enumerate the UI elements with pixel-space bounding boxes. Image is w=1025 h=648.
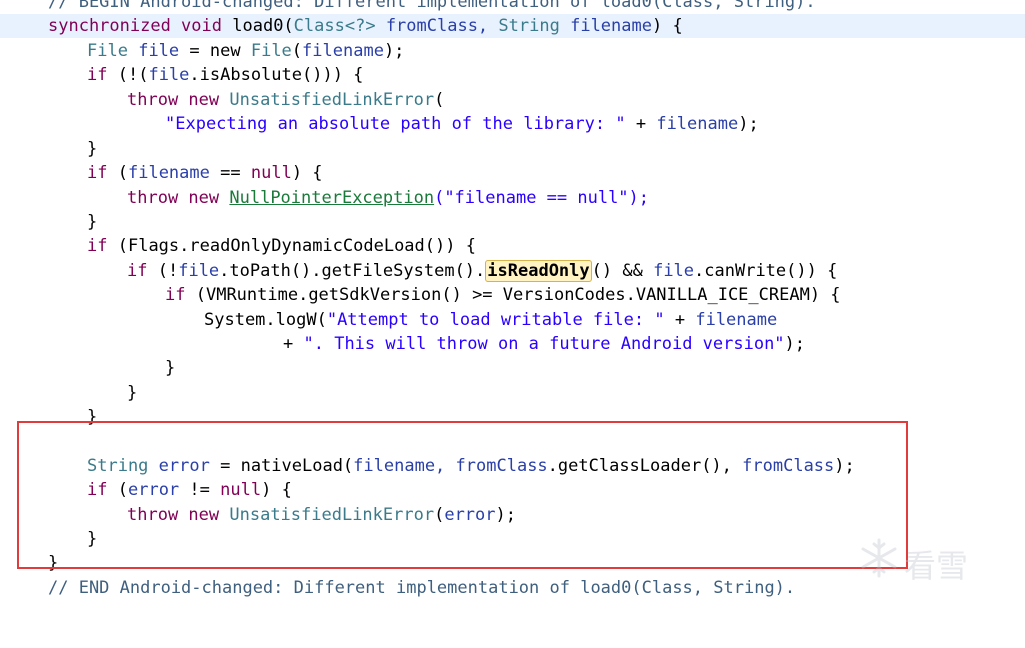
code-line[interactable]: } <box>0 137 1025 161</box>
code-line[interactable]: // BEGIN Android-changed: Different impl… <box>0 0 1025 14</box>
code-line[interactable]: throw new UnsatisfiedLinkError( <box>0 88 1025 112</box>
param-name: fromClass, <box>385 16 489 36</box>
method-call: .isAbsolute())) { <box>189 65 364 85</box>
punct: (! <box>157 261 179 281</box>
string-literal: "Expecting an absolute path of the libra… <box>165 114 626 134</box>
punct: ); <box>784 334 806 354</box>
code-line[interactable]: if (filename == null) { <box>0 161 1025 185</box>
variable: filename <box>695 310 778 330</box>
snowflake-icon <box>861 538 897 578</box>
keyword: if <box>87 65 108 85</box>
code-line[interactable]: "Expecting an absolute path of the libra… <box>0 112 1025 136</box>
statement: if (Flags.readOnlyDynamicCodeLoad()) { <box>87 234 476 258</box>
statement: if (VMRuntime.getSdkVersion() >= Version… <box>165 283 841 307</box>
punct: ( <box>291 41 303 61</box>
statement: System.logW("Attempt to load writable fi… <box>204 308 777 332</box>
param-name: filename <box>570 16 652 36</box>
punct: ) { <box>651 16 683 36</box>
variable: file <box>138 41 180 61</box>
code-line[interactable]: if (!file.toPath().getFileSystem(). isRea… <box>0 259 1025 283</box>
keyword: synchronized void <box>48 16 222 36</box>
statement: + ". This will throw on a future Android… <box>283 332 805 356</box>
code-line[interactable]: if (!(file.isAbsolute())) { <box>0 63 1025 87</box>
string-literal: "Attempt to load writable file: " <box>326 310 665 330</box>
punct: ( <box>117 163 128 183</box>
punct: ); <box>383 41 405 61</box>
keyword: if <box>87 236 108 256</box>
statement: throw new NullPointerException("filename… <box>127 186 649 210</box>
code-line[interactable]: } <box>0 356 1025 380</box>
keyword: null <box>250 163 292 183</box>
expression: (Flags.readOnlyDynamicCodeLoad()) { <box>117 236 476 256</box>
type-name: String <box>498 16 560 36</box>
method-call: .toPath().getFileSystem(). <box>219 261 486 281</box>
method-signature: synchronized void load0(Class<?> fromCla… <box>48 14 683 38</box>
type-link[interactable]: NullPointerException <box>229 188 434 208</box>
variable: filename <box>127 163 210 183</box>
keyword: if <box>165 285 186 305</box>
code-line[interactable]: throw new NullPointerException("filename… <box>0 186 1025 210</box>
highlighted-occurrence[interactable]: isReadOnly <box>485 260 592 282</box>
expression: (VMRuntime.getSdkVersion() >= VersionCod… <box>195 285 841 305</box>
statement: throw new UnsatisfiedLinkError( <box>127 88 444 112</box>
keyword: if <box>87 163 108 183</box>
closing-brace: } <box>87 139 98 159</box>
type-name: UnsatisfiedLinkError <box>229 90 435 110</box>
keyword: throw new <box>127 188 220 208</box>
method-call: System.logW( <box>204 310 327 330</box>
code-line[interactable]: if (VMRuntime.getSdkVersion() >= Version… <box>0 283 1025 307</box>
punct: (!( <box>117 65 149 85</box>
statement: if (!file.toPath().getFileSystem(). isRea… <box>127 259 837 283</box>
code-line-current[interactable]: synchronized void load0(Class<?> fromCla… <box>0 14 1025 38</box>
statement: "Expecting an absolute path of the libra… <box>165 112 759 136</box>
highlight-annotation-box <box>17 421 908 569</box>
method-call: .canWrite()) { <box>694 261 838 281</box>
watermark: 看雪 <box>858 537 1008 587</box>
keyword: if <box>127 261 148 281</box>
string-literal: ". This will throw on a future Android v… <box>303 334 785 354</box>
operator: () && <box>591 261 643 281</box>
comment-text: // END Android-changed: Different implem… <box>48 578 796 598</box>
code-line[interactable]: + ". This will throw on a future Android… <box>0 332 1025 356</box>
watermark-text: 看雪 <box>904 547 969 585</box>
variable: file <box>148 65 190 85</box>
code-line[interactable]: } <box>0 381 1025 405</box>
punct: ( <box>434 90 445 110</box>
comment-text: // BEGIN Android-changed: Different impl… <box>48 0 816 12</box>
closing-brace: } <box>127 383 138 403</box>
type-name: Class<?> <box>293 16 376 36</box>
variable: filename <box>656 114 739 134</box>
punct: ); <box>738 114 759 134</box>
code-line[interactable]: } <box>0 210 1025 234</box>
closing-brace: } <box>165 358 176 378</box>
statement: File file = new File(filename); <box>87 39 404 63</box>
code-line[interactable]: if (Flags.readOnlyDynamicCodeLoad()) { <box>0 234 1025 258</box>
closing-brace: } <box>87 212 98 232</box>
operator: == <box>220 163 241 183</box>
operator: + <box>283 334 294 354</box>
variable: file <box>653 261 695 281</box>
punct: ) { <box>291 163 323 183</box>
type-name: File <box>250 41 292 61</box>
variable: filename <box>302 41 384 61</box>
keyword: throw new <box>127 90 220 110</box>
type-name: File <box>87 41 128 61</box>
statement: if (filename == null) { <box>87 161 323 185</box>
operator: + <box>635 114 647 134</box>
variable: file <box>178 261 220 281</box>
string-literal: ("filename == null"); <box>434 188 650 208</box>
code-line[interactable]: System.logW("Attempt to load writable fi… <box>0 308 1025 332</box>
operator: = new <box>189 41 241 61</box>
code-line[interactable]: File file = new File(filename); <box>0 39 1025 63</box>
method-name: load0( <box>232 16 294 36</box>
operator: + <box>674 310 686 330</box>
statement: if (!(file.isAbsolute())) { <box>87 63 363 87</box>
